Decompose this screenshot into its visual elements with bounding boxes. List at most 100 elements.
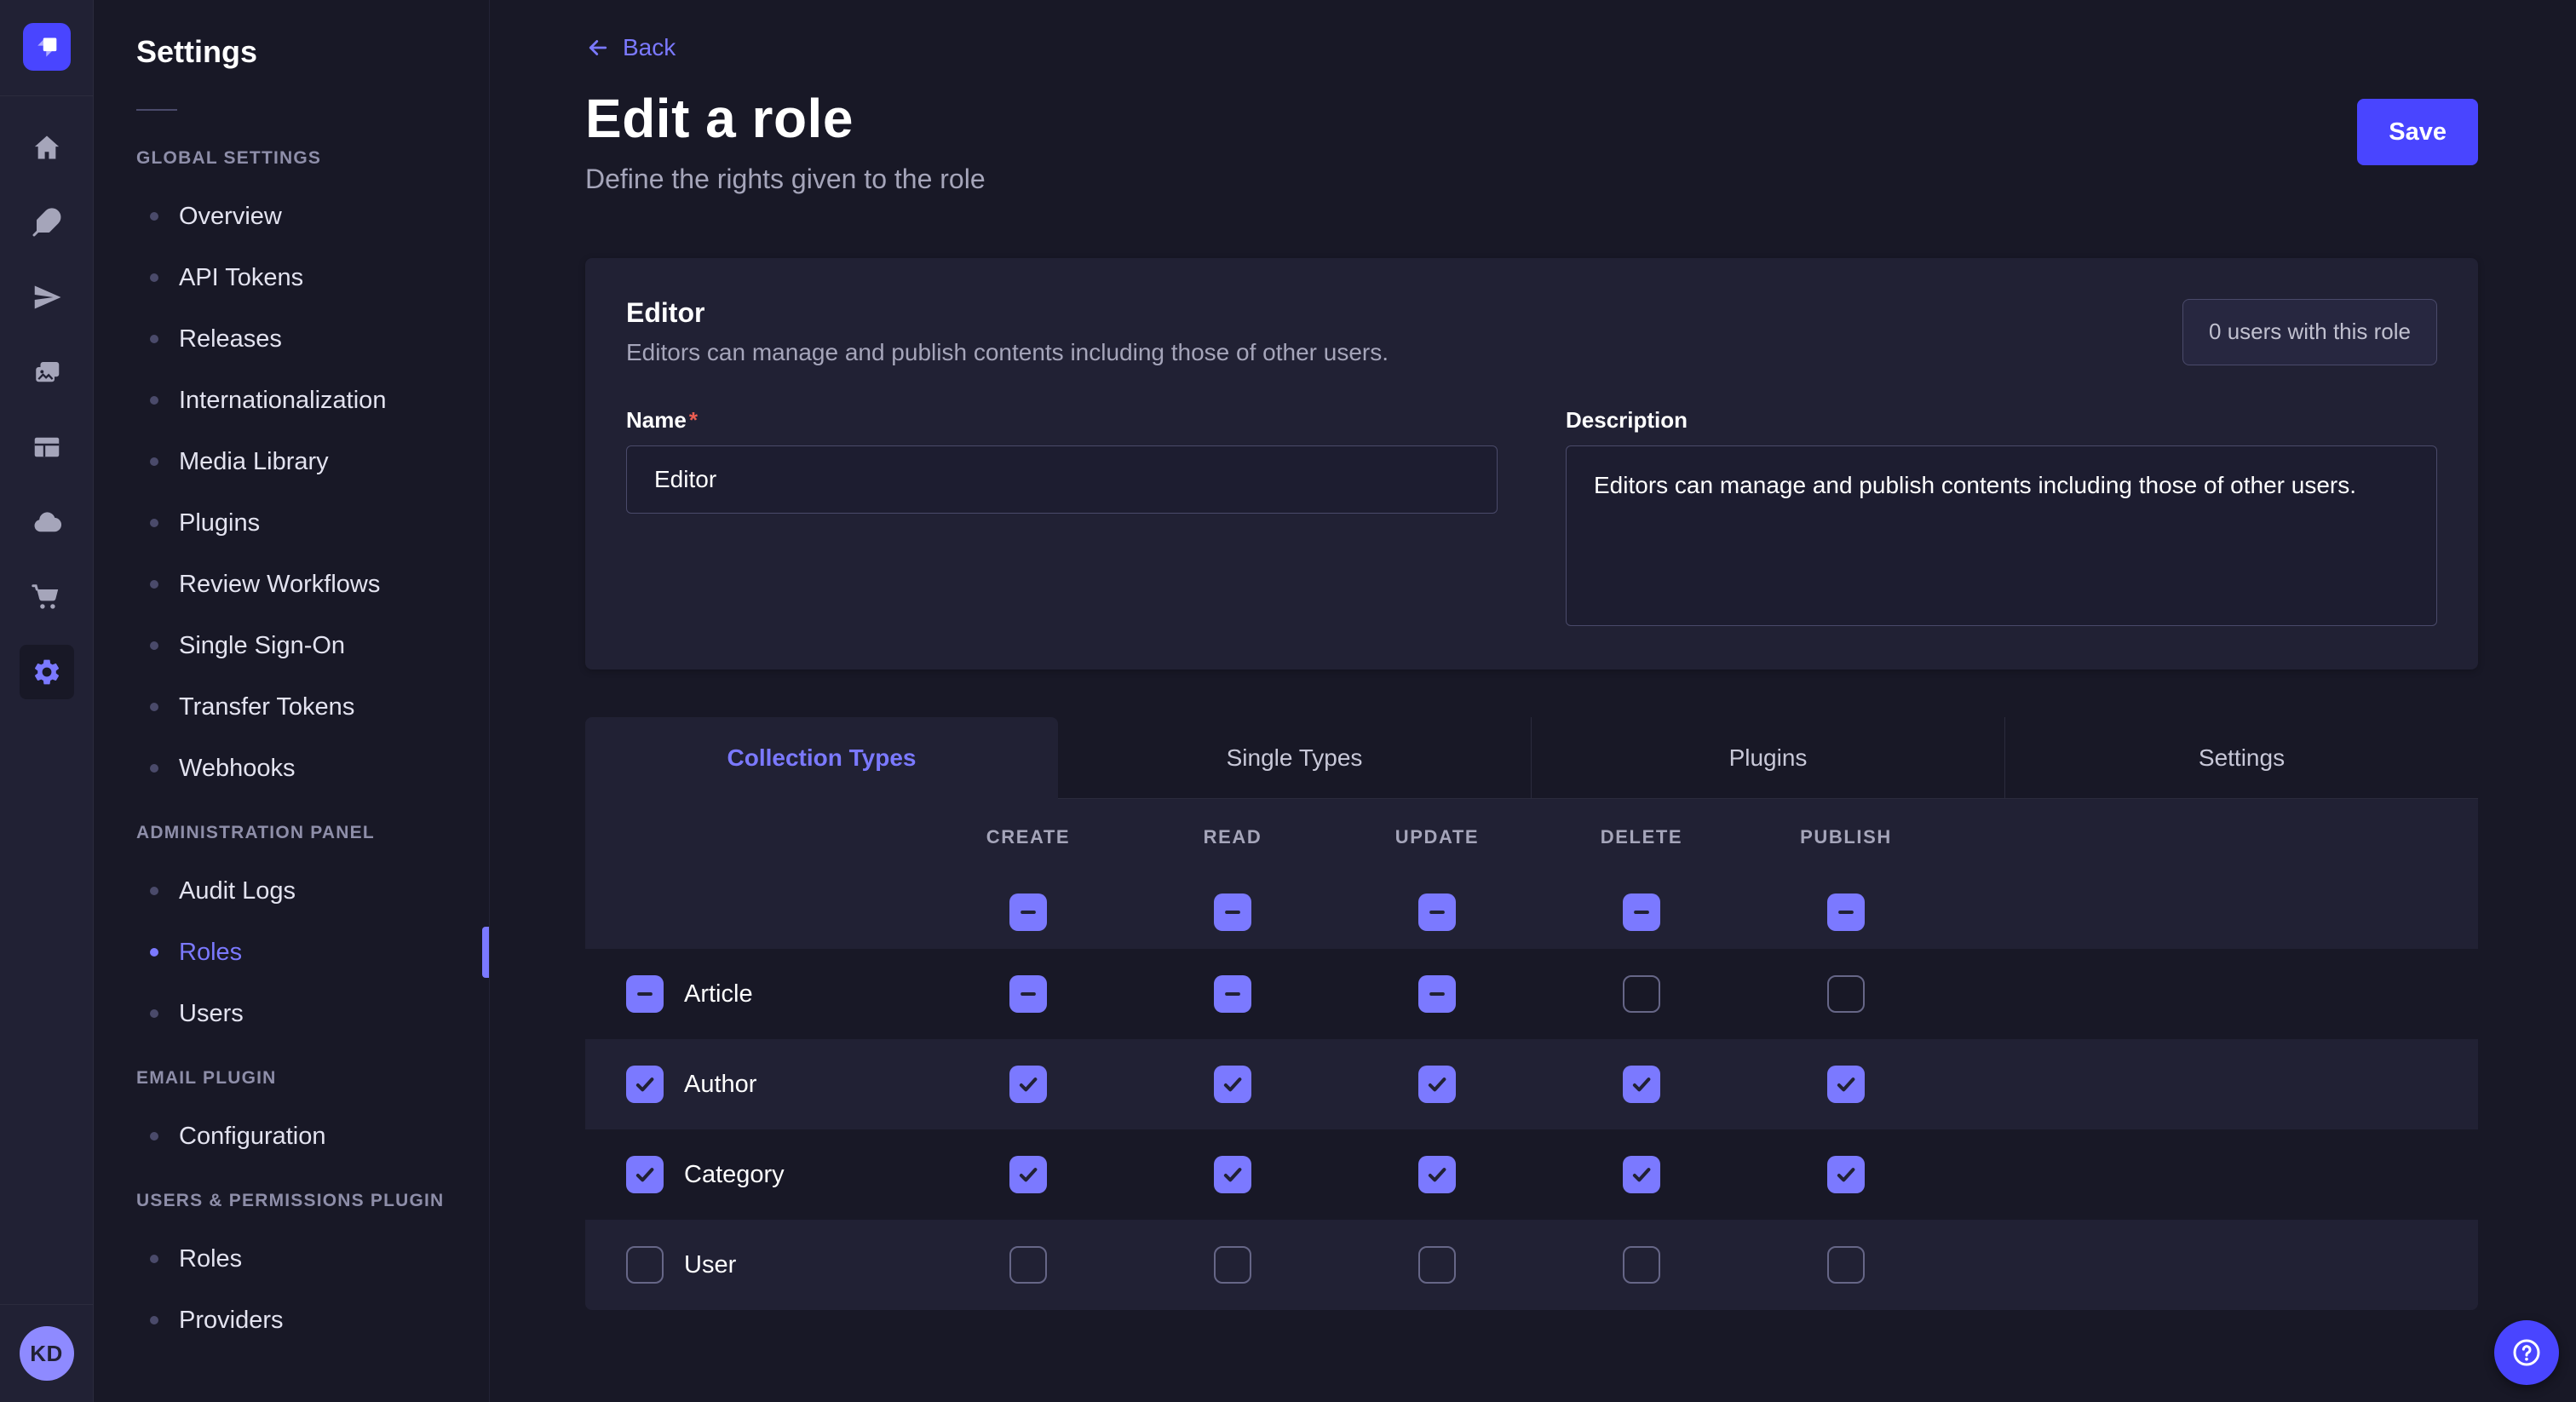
user-publish-checkbox[interactable] <box>1827 1246 1865 1284</box>
subnav-item-configuration[interactable]: Configuration <box>94 1106 489 1167</box>
author-publish-checkbox[interactable] <box>1827 1066 1865 1103</box>
article-publish-checkbox[interactable] <box>1827 975 1865 1013</box>
subnav-item-review-workflows[interactable]: Review Workflows <box>94 554 489 615</box>
users-with-role-button[interactable]: 0 users with this role <box>2182 299 2437 365</box>
save-button[interactable]: Save <box>2357 99 2478 165</box>
category-delete-checkbox[interactable] <box>1623 1156 1660 1193</box>
article-read-checkbox[interactable] <box>1214 975 1251 1013</box>
category-read-checkbox[interactable] <box>1214 1156 1251 1193</box>
bullet-dot-icon <box>150 764 158 773</box>
permissions-panel: CREATEREADUPDATEDELETEPUBLISH ArticleAut… <box>585 799 2478 1310</box>
article-row-checkbox[interactable] <box>626 975 664 1013</box>
author-read-checkbox[interactable] <box>1214 1066 1251 1103</box>
role-description-text: Editors can manage and publish contents … <box>626 339 1389 366</box>
article-update-checkbox[interactable] <box>1418 975 1456 1013</box>
bullet-dot-icon <box>150 1255 158 1263</box>
subnav-section-label: EMAIL PLUGIN <box>94 1068 489 1089</box>
settings-gear-icon[interactable] <box>20 645 74 699</box>
permission-row-category: Category <box>585 1129 2478 1220</box>
tab-settings[interactable]: Settings <box>2004 717 2478 799</box>
select-all-delete-checkbox[interactable] <box>1623 893 1660 931</box>
role-name-heading: Editor <box>626 297 1389 329</box>
subnav-item-plugins[interactable]: Plugins <box>94 492 489 554</box>
subnav-item-label: Releases <box>179 325 282 353</box>
select-all-publish-checkbox[interactable] <box>1827 893 1865 931</box>
column-header-publish: PUBLISH <box>1744 826 1948 848</box>
author-row-checkbox[interactable] <box>626 1066 664 1103</box>
subnav-item-transfer-tokens[interactable]: Transfer Tokens <box>94 676 489 738</box>
category-create-checkbox[interactable] <box>1009 1156 1047 1193</box>
select-all-read-checkbox[interactable] <box>1214 893 1251 931</box>
page-title: Edit a role <box>585 87 986 150</box>
subnav-item-audit-logs[interactable]: Audit Logs <box>94 860 489 922</box>
name-field-label: Name* <box>626 407 698 433</box>
tab-plugins[interactable]: Plugins <box>1531 717 2004 799</box>
subnav-item-label: Review Workflows <box>179 571 380 599</box>
cart-icon[interactable] <box>20 570 74 624</box>
back-link[interactable]: Back <box>585 34 676 61</box>
subnav-item-users[interactable]: Users <box>94 983 489 1044</box>
main-nav-rail: KD <box>0 0 94 1402</box>
feather-icon[interactable] <box>20 195 74 250</box>
user-read-checkbox[interactable] <box>1214 1246 1251 1284</box>
permission-row-user: User <box>585 1220 2478 1310</box>
article-delete-checkbox[interactable] <box>1623 975 1660 1013</box>
subnav-item-label: Webhooks <box>179 755 296 783</box>
row-label: Article <box>684 980 753 1008</box>
column-header-create: CREATE <box>926 826 1130 848</box>
user-create-checkbox[interactable] <box>1009 1246 1047 1284</box>
media-images-icon[interactable] <box>20 345 74 399</box>
subnav-item-single-sign-on[interactable]: Single Sign-On <box>94 615 489 676</box>
category-publish-checkbox[interactable] <box>1827 1156 1865 1193</box>
subnav-item-releases[interactable]: Releases <box>94 308 489 370</box>
permissions-section: Collection TypesSingle TypesPluginsSetti… <box>585 717 2478 1310</box>
subnav-item-internationalization[interactable]: Internationalization <box>94 370 489 431</box>
layout-icon[interactable] <box>20 420 74 474</box>
subnav-item-webhooks[interactable]: Webhooks <box>94 738 489 799</box>
permissions-tabs: Collection TypesSingle TypesPluginsSetti… <box>585 717 2478 799</box>
article-create-checkbox[interactable] <box>1009 975 1047 1013</box>
name-input[interactable] <box>626 445 1498 514</box>
select-all-create-checkbox[interactable] <box>1009 893 1047 931</box>
author-delete-checkbox[interactable] <box>1623 1066 1660 1103</box>
column-header-update: UPDATE <box>1335 826 1539 848</box>
subnav-item-label: Roles <box>179 1245 242 1273</box>
user-row-checkbox[interactable] <box>626 1246 664 1284</box>
subnav-item-label: Single Sign-On <box>179 632 345 660</box>
strapi-logo[interactable] <box>23 23 71 71</box>
subnav-item-roles[interactable]: Roles <box>94 1228 489 1290</box>
subnav-item-api-tokens[interactable]: API Tokens <box>94 247 489 308</box>
subnav-item-providers[interactable]: Providers <box>94 1290 489 1351</box>
category-row-checkbox[interactable] <box>626 1156 664 1193</box>
bullet-dot-icon <box>150 335 158 343</box>
tab-single-types[interactable]: Single Types <box>1058 717 1531 799</box>
home-icon[interactable] <box>20 120 74 175</box>
tab-collection-types[interactable]: Collection Types <box>585 717 1058 799</box>
user-delete-checkbox[interactable] <box>1623 1246 1660 1284</box>
bullet-dot-icon <box>150 273 158 282</box>
subnav-item-label: Users <box>179 1000 244 1028</box>
category-update-checkbox[interactable] <box>1418 1156 1456 1193</box>
user-avatar[interactable]: KD <box>20 1326 74 1381</box>
user-update-checkbox[interactable] <box>1418 1246 1456 1284</box>
subnav-item-overview[interactable]: Overview <box>94 186 489 247</box>
page-subtitle: Define the rights given to the role <box>585 164 986 195</box>
bullet-dot-icon <box>150 396 158 405</box>
bullet-dot-icon <box>150 1132 158 1141</box>
cloud-icon[interactable] <box>20 495 74 549</box>
settings-subnav: Settings GLOBAL SETTINGSOverviewAPI Toke… <box>94 0 490 1402</box>
author-update-checkbox[interactable] <box>1418 1066 1456 1103</box>
subnav-item-roles[interactable]: Roles <box>94 922 489 983</box>
select-all-update-checkbox[interactable] <box>1418 893 1456 931</box>
author-create-checkbox[interactable] <box>1009 1066 1047 1103</box>
help-button[interactable] <box>2494 1320 2559 1385</box>
description-textarea[interactable]: Editors can manage and publish contents … <box>1566 445 2437 626</box>
bullet-dot-icon <box>150 212 158 221</box>
subnav-item-label: Providers <box>179 1307 284 1335</box>
back-arrow-icon <box>585 35 611 60</box>
bullet-dot-icon <box>150 519 158 527</box>
subnav-item-media-library[interactable]: Media Library <box>94 431 489 492</box>
bullet-dot-icon <box>150 948 158 957</box>
rail-divider <box>0 95 93 96</box>
paper-plane-icon[interactable] <box>20 270 74 325</box>
